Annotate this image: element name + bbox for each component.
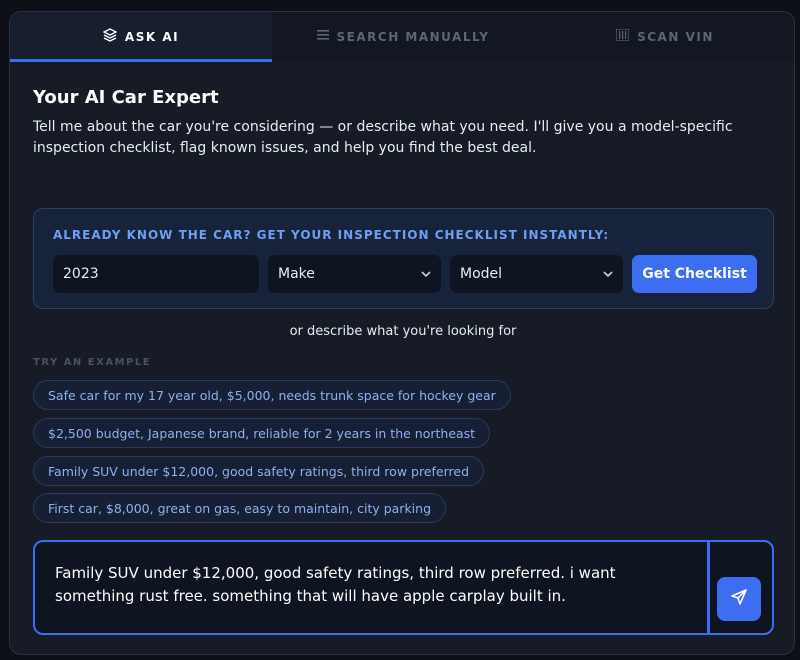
chevron-down-icon (421, 268, 431, 281)
send-button[interactable] (717, 577, 761, 621)
tab-bar: ASK AI SEARCH MANUALLY SCAN VIN (10, 12, 794, 62)
chevron-down-icon (603, 268, 613, 281)
tab-ask-ai[interactable]: ASK AI (10, 12, 272, 62)
page-title: Your AI Car Expert (33, 87, 219, 108)
model-select[interactable]: Model (450, 255, 623, 293)
model-value: Model (460, 266, 503, 282)
quick-checklist-box: ALREADY KNOW THE CAR? GET YOUR INSPECTIO… (33, 208, 774, 309)
example-chip[interactable]: $2,500 budget, Japanese brand, reliable … (33, 418, 491, 448)
tab-label: ASK AI (124, 30, 180, 44)
tab-search-manually[interactable]: SEARCH MANUALLY (272, 12, 534, 62)
barcode-icon (615, 28, 630, 45)
divider-text: or describe what you're looking for (289, 324, 517, 339)
ai-expert-panel: ASK AI SEARCH MANUALLY SCAN VIN Your AI … (9, 11, 795, 655)
make-select[interactable]: Make (268, 255, 441, 293)
composer-divider (707, 542, 710, 633)
send-icon (730, 588, 748, 611)
make-value: Make (278, 266, 315, 282)
message-composer: Family SUV under $12,000, good safety ra… (33, 540, 774, 635)
tab-label: SEARCH MANUALLY (336, 30, 490, 44)
quick-checklist-label: ALREADY KNOW THE CAR? GET YOUR INSPECTIO… (53, 228, 610, 242)
year-input[interactable]: 2023 (53, 255, 259, 293)
year-value: 2023 (63, 266, 99, 282)
example-chip[interactable]: First car, $8,000, great on gas, easy to… (33, 493, 447, 523)
message-input[interactable]: Family SUV under $12,000, good safety ra… (55, 562, 685, 608)
layers-icon (102, 28, 118, 46)
list-icon (316, 29, 329, 45)
example-chip[interactable]: Family SUV under $12,000, good safety ra… (33, 456, 485, 486)
example-chip[interactable]: Safe car for my 17 year old, $5,000, nee… (33, 380, 511, 410)
get-checklist-button[interactable]: Get Checklist (632, 255, 757, 293)
tab-label: SCAN VIN (637, 30, 714, 44)
page-description: Tell me about the car you're considering… (33, 119, 733, 156)
tab-scan-vin[interactable]: SCAN VIN (534, 12, 794, 62)
examples-label: TRY AN EXAMPLE (33, 357, 152, 368)
